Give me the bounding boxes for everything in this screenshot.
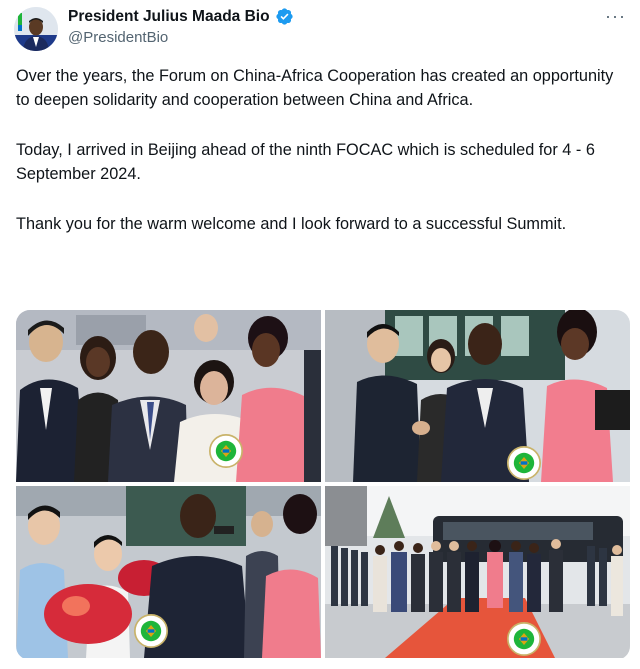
more-options-icon[interactable]: ··· (605, 6, 626, 27)
tweet-paragraph-1: Over the years, the Forum on China-Afric… (16, 67, 618, 109)
photo-3[interactable] (16, 486, 321, 658)
profile-avatar-icon[interactable] (14, 7, 58, 51)
sierra-leone-seal-icon (209, 434, 243, 468)
verified-badge-icon (275, 8, 293, 25)
photo-1-image (16, 310, 321, 482)
photo-1[interactable] (16, 310, 321, 482)
tweet-paragraph-2: Today, I arrived in Beijing ahead of the… (16, 141, 600, 183)
tweet-body: Over the years, the Forum on China-Afric… (16, 64, 626, 262)
media-grid (16, 310, 630, 660)
photo-2-image (325, 310, 630, 482)
photo-4-image (325, 486, 630, 658)
tweet-header: President Julius Maada Bio @PresidentBio… (0, 0, 640, 60)
photo-3-image (16, 486, 321, 658)
author-handle[interactable]: @PresidentBio (68, 29, 168, 46)
photo-2[interactable] (325, 310, 630, 482)
sierra-leone-seal-icon (134, 614, 168, 648)
tweet-paragraph-3: Thank you for the warm welcome and I loo… (16, 215, 567, 233)
sierra-leone-seal-icon (507, 622, 541, 656)
author-name-row[interactable]: President Julius Maada Bio (68, 7, 294, 26)
photo-4[interactable] (325, 486, 630, 658)
sierra-leone-seal-icon (507, 446, 541, 480)
author-name[interactable]: President Julius Maada Bio (68, 8, 270, 26)
